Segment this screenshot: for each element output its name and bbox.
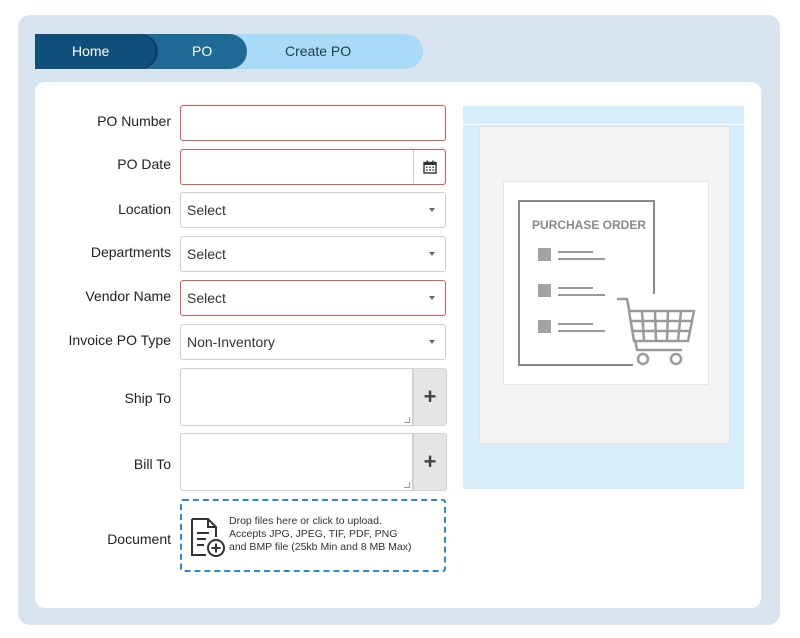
- departments-value: Select: [187, 246, 226, 262]
- ship-to-textarea[interactable]: [180, 368, 413, 426]
- invoice-po-type-value: Non-Inventory: [187, 334, 275, 350]
- plus-icon: +: [423, 384, 437, 409]
- bill-to-textarea[interactable]: [180, 433, 413, 491]
- location-select[interactable]: Select: [180, 192, 446, 228]
- vendor-name-label: Vendor Name: [85, 288, 171, 304]
- shopping-cart-icon: [617, 297, 696, 366]
- preview-heading: PURCHASE ORDER: [532, 218, 646, 232]
- po-date-input[interactable]: [180, 149, 446, 185]
- upload-text-line-3: and BMP file (25kb Min and 8 MB Max): [229, 541, 412, 553]
- bill-to-label: Bill To: [133, 456, 171, 472]
- add-bill-to-button[interactable]: +: [413, 433, 447, 491]
- invoice-po-type-select[interactable]: Non-Inventory: [180, 324, 446, 360]
- ship-to-label: Ship To: [124, 390, 171, 406]
- upload-text-line-1: Drop files here or click to upload.: [229, 515, 382, 527]
- chevron-down-icon: [429, 340, 435, 344]
- resize-handle-icon[interactable]: [404, 482, 410, 488]
- invoice-po-type-label: Invoice PO Type: [68, 332, 171, 348]
- upload-instructions: Drop files here or click to upload. Acce…: [229, 515, 447, 554]
- document-dropzone[interactable]: Drop files here or click to upload. Acce…: [180, 499, 446, 572]
- location-label: Location: [118, 201, 171, 217]
- calendar-icon[interactable]: [413, 150, 445, 184]
- chevron-down-icon: [429, 296, 435, 300]
- purchase-order-icon: PURCHASE ORDER: [518, 200, 696, 366]
- po-date-label: PO Date: [117, 156, 171, 172]
- vendor-name-value: Select: [187, 290, 226, 306]
- resize-handle-icon[interactable]: [404, 417, 410, 423]
- chevron-down-icon: [429, 252, 435, 256]
- preview-frame: PURCHASE ORDER: [479, 126, 730, 444]
- breadcrumb-item-home[interactable]: Home: [35, 34, 155, 69]
- document-preview-panel: PURCHASE ORDER: [463, 106, 744, 489]
- document-label: Document: [107, 531, 171, 547]
- breadcrumb: Create PO PO Home: [35, 34, 423, 69]
- upload-text-line-2: Accepts JPG, JPEG, TIF, PDF, PNG: [229, 528, 398, 540]
- location-value: Select: [187, 202, 226, 218]
- departments-select[interactable]: Select: [180, 236, 446, 272]
- po-number-input[interactable]: [180, 105, 446, 141]
- preview-divider: [463, 124, 744, 125]
- chevron-down-icon: [429, 208, 435, 212]
- po-number-label: PO Number: [97, 113, 171, 129]
- add-ship-to-button[interactable]: +: [413, 368, 447, 426]
- plus-icon: +: [423, 449, 437, 474]
- purchase-order-illustration: PURCHASE ORDER: [503, 181, 709, 385]
- vendor-name-select[interactable]: Select: [180, 280, 446, 316]
- departments-label: Departments: [90, 244, 171, 260]
- file-upload-icon: [191, 518, 225, 557]
